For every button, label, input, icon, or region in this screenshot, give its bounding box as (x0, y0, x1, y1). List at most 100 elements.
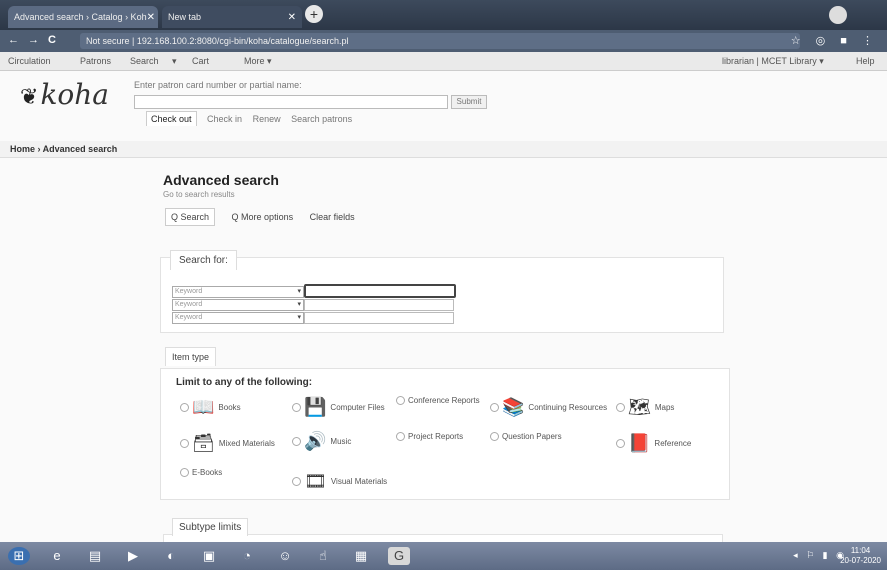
itemtype-computer-files[interactable]: 💾 Computer Files (292, 398, 385, 416)
forward-icon[interactable]: → (28, 34, 39, 46)
search-term-input[interactable] (304, 299, 454, 311)
hand-cursor-icon: ☝ (319, 548, 327, 563)
more-options-button[interactable]: Q More options (232, 212, 294, 222)
itemtype-visual-materials[interactable]: 🎞 Visual Materials (292, 472, 387, 490)
tab-check-in[interactable]: Check in (207, 114, 242, 124)
itemtype-reference[interactable]: 📕 Reference (616, 434, 691, 452)
media-icon[interactable]: ▶ (122, 547, 144, 565)
itemtype-continuing-resources[interactable]: 📚 Continuing Resources (490, 398, 607, 416)
clear-fields-button[interactable]: Clear fields (310, 212, 355, 222)
radio[interactable] (292, 402, 301, 412)
tab-search-patrons[interactable]: Search patrons (291, 114, 352, 124)
nav-cart[interactable]: Cart (192, 56, 209, 66)
tab-new-tab[interactable]: New tab ✕ (162, 6, 302, 28)
nav-patrons[interactable]: Patrons (80, 56, 111, 66)
search-index-select[interactable]: Keyword ▾ (172, 286, 304, 298)
koha-logo[interactable]: ❦koha (20, 78, 109, 111)
map-icon: 🗺 (628, 397, 651, 417)
floppy-disk-icon: 💾 (304, 397, 327, 417)
reference-book-icon: 📕 (628, 433, 651, 453)
url-field[interactable]: Not secure | 192.168.100.2:8080/cgi-bin/… (80, 33, 800, 49)
browser-toolbar-icons[interactable]: ☆ ◎ ■ ⋮ (791, 34, 879, 47)
radio[interactable] (616, 402, 625, 412)
nav-user-menu[interactable]: librarian | MCET Library ▾ (722, 56, 824, 67)
itemtype-mixed-materials[interactable]: 🗃 Mixed Materials (180, 434, 275, 452)
ie-icon[interactable]: e (46, 547, 68, 565)
tab-item-type[interactable]: Item type (165, 347, 217, 366)
itemtype-label: Music (330, 436, 352, 446)
tab-title: Advanced search › Catalog › Koh (14, 12, 147, 22)
folder-icon[interactable]: ▤ (84, 547, 106, 565)
app-icon[interactable]: ◔ (236, 547, 258, 565)
select-value: Keyword (175, 301, 203, 308)
app-icon[interactable]: ☺ (274, 547, 296, 565)
radio[interactable] (396, 432, 405, 441)
search-for-label: Search for: (170, 250, 237, 270)
select-value: Keyword (175, 314, 203, 321)
start-button-icon[interactable]: ⊞ (8, 547, 30, 565)
app-icon[interactable]: ▦ (350, 547, 372, 565)
chevron-down-icon: ▾ (297, 314, 301, 321)
nav-circulation[interactable]: Circulation (8, 56, 51, 66)
film-icon: 🎞 (304, 471, 327, 491)
search-term-input[interactable] (304, 312, 454, 324)
itemtype-question-papers[interactable]: Question Papers (490, 432, 562, 441)
leaf-icon: ❦ (20, 85, 39, 110)
select-value: Keyword (175, 288, 203, 295)
search-index-select[interactable]: Keyword ▾ (172, 312, 304, 324)
radio[interactable] (490, 402, 499, 412)
os-taskbar: ⊞ e ▤ ▶ ◐ ▣ ◔ ☺ ☝ ▦ G ◂ ⚐ ▮ ◉ 11:04 20-0… (0, 542, 887, 570)
new-tab-button[interactable]: + (305, 5, 323, 23)
patron-search-input[interactable] (134, 95, 448, 109)
back-icon[interactable]: ← (8, 34, 19, 46)
radio[interactable] (180, 438, 189, 448)
search-button[interactable]: Q Search (165, 208, 216, 226)
radio[interactable] (490, 432, 499, 441)
clock[interactable]: 11:04 20-07-2020 (840, 546, 881, 566)
tab-check-out[interactable]: Check out (146, 111, 197, 126)
close-tab-icon[interactable]: ✕ (147, 12, 155, 23)
itemtype-label: Mixed Materials (218, 438, 275, 448)
radio[interactable] (180, 468, 189, 477)
tab-advanced-search[interactable]: Advanced search › Catalog › Koh ✕ (8, 6, 158, 28)
limit-label: Limit to any of the following: (176, 377, 313, 388)
logo-text: koha (40, 78, 109, 111)
itemtype-music[interactable]: 🔊 Music (292, 432, 351, 450)
app-icon[interactable]: ▣ (198, 547, 220, 565)
breadcrumb[interactable]: Home › Advanced search (10, 144, 117, 154)
profile-icon[interactable] (829, 6, 847, 24)
itemtype-conference-reports[interactable]: Conference Reports (396, 396, 480, 405)
box-icon: 🗃 (192, 433, 215, 453)
chevron-down-icon: ▾ (297, 301, 301, 308)
nav-help[interactable]: Help (856, 56, 875, 66)
search-index-select[interactable]: Keyword ▾ (172, 299, 304, 311)
nav-more[interactable]: More ▾ (244, 56, 272, 67)
go-to-results-link[interactable]: Go to search results (163, 190, 235, 199)
browser-tab-strip: Advanced search › Catalog › Koh ✕ New ta… (0, 0, 887, 30)
radio[interactable] (292, 476, 301, 486)
radio[interactable] (396, 396, 405, 405)
radio[interactable] (616, 438, 625, 448)
breadcrumb-bar: Home › Advanced search (0, 141, 887, 158)
app-icon[interactable]: ◐ (160, 547, 182, 565)
checkout-hint: Enter patron card number or partial name… (134, 80, 302, 90)
chrome-icon[interactable]: G (388, 547, 410, 565)
itemtype-books[interactable]: 📖 Books (180, 398, 241, 416)
close-tab-icon[interactable]: ✕ (288, 12, 296, 23)
itemtype-project-reports[interactable]: Project Reports (396, 432, 463, 441)
system-tray-icons[interactable]: ◂ ⚐ ▮ ◉ (793, 550, 847, 561)
radio[interactable] (292, 436, 301, 446)
radio[interactable] (180, 402, 189, 412)
itemtype-ebooks[interactable]: E-Books (180, 468, 222, 477)
itemtype-label: Reference (654, 438, 692, 448)
submit-button[interactable]: Submit (451, 95, 487, 109)
book-icon: 📖 (192, 397, 215, 417)
search-toolbar: Q Search Q More options Clear fields (165, 208, 369, 226)
search-term-input[interactable] (304, 284, 456, 298)
tab-renew[interactable]: Renew (253, 114, 281, 124)
itemtype-maps[interactable]: 🗺 Maps (616, 398, 674, 416)
reload-icon[interactable]: C (48, 34, 56, 46)
subtype-limits-label: Subtype limits (172, 518, 249, 536)
nav-search-dropdown[interactable]: ▾ (172, 56, 177, 67)
nav-search[interactable]: Search (130, 56, 159, 66)
